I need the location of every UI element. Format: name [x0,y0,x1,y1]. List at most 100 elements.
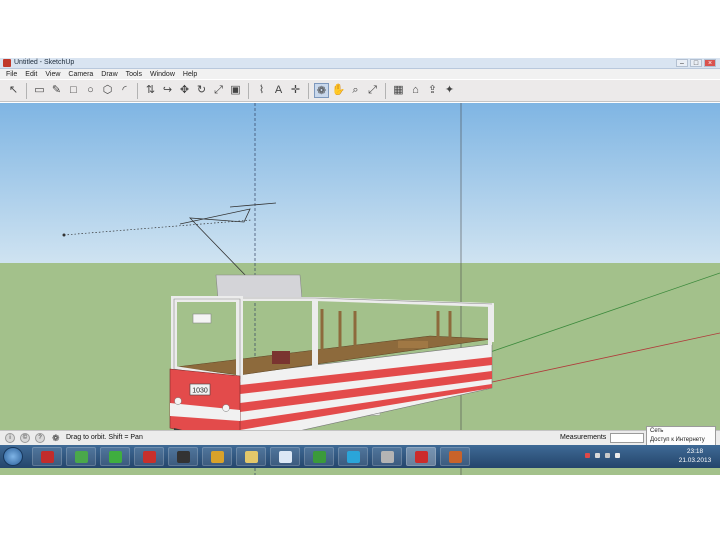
system-tray [585,453,620,458]
pencil-icon[interactable]: ✎ [49,83,64,98]
measurements-input[interactable] [610,433,644,443]
tape-measure-icon[interactable]: ⌇ [254,83,269,98]
menu-tools[interactable]: Tools [126,71,142,78]
taskbar-messenger[interactable] [66,447,96,466]
taskbar-disk-tool[interactable] [372,447,402,466]
clock-date: 21.03.2013 [678,457,712,464]
windows-taskbar: 23:18 21.03.2013 [0,445,720,468]
notepad-icon [279,451,292,463]
help-icon[interactable]: ? [35,433,45,443]
network-tooltip: Сеть Доступ к Интернету [646,426,716,446]
toolbar-separator [137,82,138,99]
zoom-icon[interactable]: ⌕ [348,83,363,98]
main-toolbar: ↖ ▭ ✎ □ ○ ⬡ ◜ ⇅ ↪ ✥ ↻ ⤢ ▣ ⌇ A ✛ ❁ ✋ ⌕ ⤢ ▦ ⌂ ⇪ ✦ [0,80,720,102]
maximize-button[interactable]: □ [690,59,702,67]
title-bar: Untitled - SketchUp – □ × [0,58,720,69]
close-button[interactable]: × [704,59,716,67]
antivirus-icon [41,451,54,463]
select-arrow-icon[interactable]: ↖ [6,83,21,98]
recorder-icon [177,451,190,463]
media-icon [109,451,122,463]
text-icon[interactable]: A [271,83,286,98]
minimize-button[interactable]: – [676,59,688,67]
chrome-icon [211,451,224,463]
circle-icon[interactable]: ○ [83,83,98,98]
rectangle-icon[interactable]: □ [66,83,81,98]
menu-file[interactable]: File [6,71,17,78]
disk-tool-icon [381,451,394,463]
taskbar-skype[interactable] [338,447,368,466]
file-explorer-icon [245,451,258,463]
clock-time: 23:18 [686,448,704,455]
taskbar-utorrent[interactable] [304,447,334,466]
warehouse-icon[interactable]: ⌂ [408,83,423,98]
rotate-icon[interactable]: ↻ [194,83,209,98]
guide-point [62,233,66,237]
network-tooltip-title: Сеть [650,428,664,434]
menu-view[interactable]: View [45,71,60,78]
taskbar-sketchup[interactable] [406,447,436,466]
tray-language-icon[interactable] [615,453,620,458]
clock[interactable]: 23:18 21.03.2013 [672,447,718,466]
toolbar-separator [248,82,249,99]
messenger-icon [75,451,88,463]
move-icon[interactable]: ✥ [177,83,192,98]
skype-icon [347,451,360,463]
seat [272,351,290,364]
archive-tool-icon [449,451,462,463]
taskbar-pdf-reader[interactable] [134,447,164,466]
menu-help[interactable]: Help [183,71,197,78]
sketchup-app-icon [3,59,11,67]
offset-icon[interactable]: ▣ [228,83,243,98]
scale-icon[interactable]: ⤢ [211,83,226,98]
menu-window[interactable]: Window [150,71,175,78]
pdf-reader-icon [143,451,156,463]
measurements-label: Measurements [560,434,607,441]
push-pull-icon[interactable]: ⇅ [143,83,158,98]
menu-bar: File Edit View Camera Draw Tools Window … [0,69,720,79]
start-button[interactable] [3,447,23,466]
taskbar-notepad[interactable] [270,447,300,466]
follow-me-icon[interactable]: ↪ [160,83,175,98]
tray-network-icon[interactable] [595,453,600,458]
seat [398,341,428,348]
status-hint: Drag to orbit. Shift = Pan [66,434,143,441]
scene-canvas[interactable]: 1030 [0,103,720,475]
taskbar-recorder[interactable] [168,447,198,466]
tray-volume-icon[interactable] [605,453,610,458]
tram-number: 1030 [192,388,208,395]
orbit-icon[interactable]: ❁ [314,83,329,98]
menu-draw[interactable]: Draw [101,71,117,78]
axes-icon[interactable]: ✛ [288,83,303,98]
cab-sign [192,313,212,324]
menu-camera[interactable]: Camera [68,71,93,78]
extension-icon[interactable]: ✦ [442,83,457,98]
headlight [222,404,230,412]
taskbar-archive-tool[interactable] [440,447,470,466]
taskbar-media[interactable] [100,447,130,466]
taskbar-file-explorer[interactable] [236,447,266,466]
tray-flag-icon[interactable] [585,453,590,458]
status-bar: i © ? ❁ Drag to orbit. Shift = Pan Measu… [0,430,720,445]
utorrent-icon [313,451,326,463]
share-model-icon[interactable]: ⇪ [425,83,440,98]
pan-icon[interactable]: ✋ [331,83,346,98]
credits-icon[interactable]: © [20,433,30,443]
menu-edit[interactable]: Edit [25,71,37,78]
taskbar-chrome[interactable] [202,447,232,466]
window-controls: – □ × [676,59,716,67]
arc-icon[interactable]: ◜ [117,83,132,98]
roof-box [215,274,303,300]
taskbar-antivirus[interactable] [32,447,62,466]
components-icon[interactable]: ▦ [391,83,406,98]
eraser-icon[interactable]: ▭ [32,83,47,98]
polygon-icon[interactable]: ⬡ [100,83,115,98]
zoom-extents-icon[interactable]: ⤢ [365,83,380,98]
sky [0,103,720,263]
sketchup-icon [415,451,428,463]
sketchup-window: Untitled - SketchUp – □ × File Edit View… [0,58,720,475]
toolbar-separator [26,82,27,99]
network-tooltip-text: Доступ к Интернету [650,437,705,443]
info-icon[interactable]: i [5,433,15,443]
window-title: Untitled - SketchUp [14,59,75,66]
